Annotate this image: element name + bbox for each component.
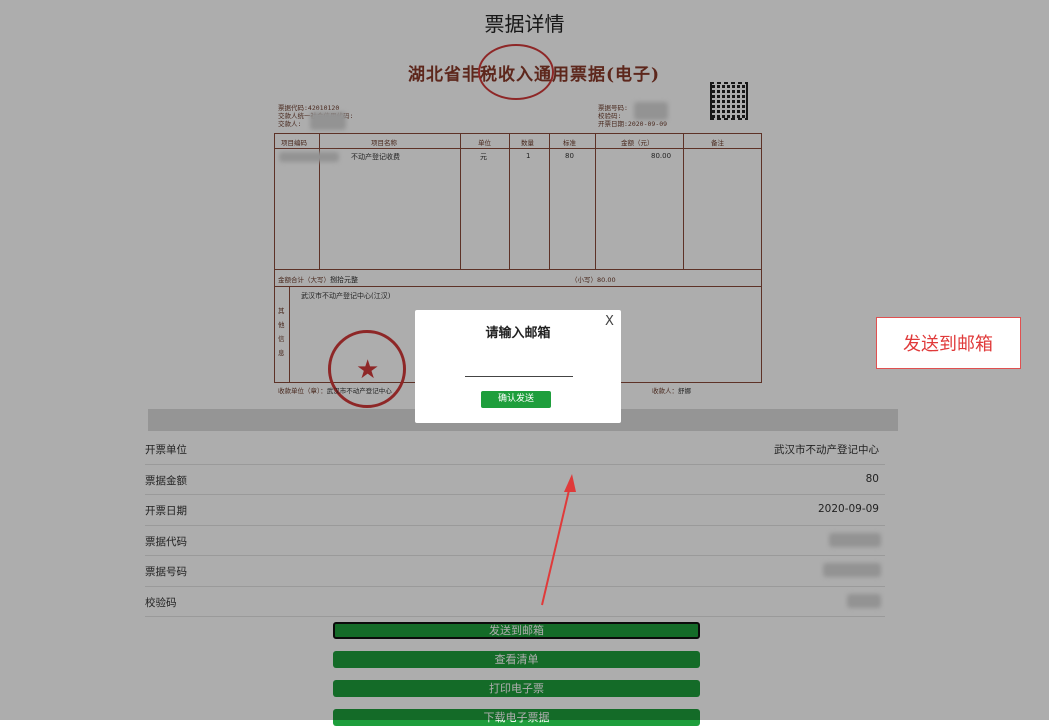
modal-title: 请输入邮箱	[485, 326, 551, 341]
annotation-label: 发送到邮箱	[903, 334, 993, 355]
email-input[interactable]	[465, 362, 573, 377]
annotation-box: 发送到邮箱	[876, 317, 1021, 369]
close-icon[interactable]: X	[605, 314, 614, 329]
confirm-send-button[interactable]: 确认发送	[481, 391, 551, 408]
email-modal: 请输入邮箱 X 确认发送	[415, 310, 621, 423]
annotation-arrow-icon	[541, 474, 576, 606]
